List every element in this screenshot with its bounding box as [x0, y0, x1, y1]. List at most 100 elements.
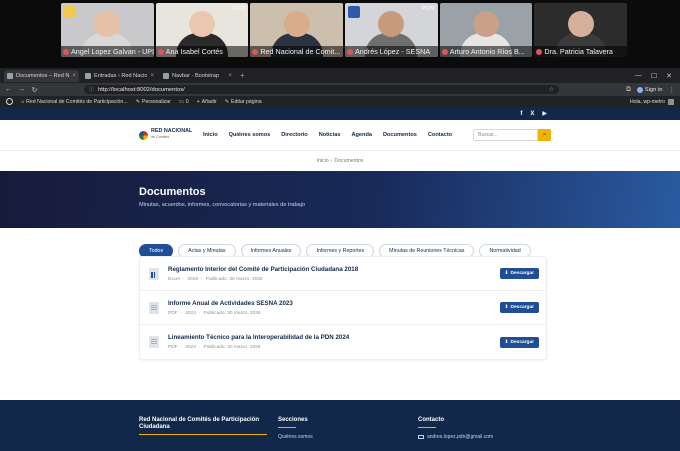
- tab-bar: Documentos – Red Nacio×Entradas ‹ Red Na…: [0, 68, 680, 83]
- download-button[interactable]: ⬇ Descargar: [499, 336, 539, 348]
- info-icon[interactable]: ⓘ: [89, 86, 94, 93]
- document-published: Publicado: 30 marzo, 2026: [203, 310, 261, 316]
- participant-name: Andrés López - SESNA: [355, 47, 431, 56]
- close-tab-icon[interactable]: ×: [150, 73, 154, 79]
- x-icon[interactable]: X: [530, 111, 534, 117]
- wp-logo-item[interactable]: [6, 98, 13, 105]
- wordpress-icon: [6, 98, 13, 105]
- download-icon: ⬇: [504, 305, 509, 310]
- search-icon: ⌕: [542, 131, 547, 138]
- footer-email[interactable]: andres.lopez.pdn@gmail.com: [418, 434, 493, 440]
- video-tile[interactable]: PDN Andrés López - SESNA: [345, 3, 438, 57]
- participant-face: [283, 11, 310, 37]
- close-tab-icon[interactable]: ×: [72, 73, 76, 79]
- document-title[interactable]: Reglamento Interior del Comité de Partic…: [168, 266, 500, 273]
- browser-tab[interactable]: Entradas ‹ Red Nacio ×: [82, 70, 157, 82]
- wp-comments[interactable]: ▭ 0: [179, 99, 189, 105]
- user-avatar: [668, 98, 674, 105]
- footer-contact: Contacto andres.lopez.pdn@gmail.com: [418, 417, 493, 440]
- close-window-icon[interactable]: ✕: [666, 72, 672, 80]
- document-title[interactable]: Informe Anual de Actividades SESNA 2023: [168, 300, 500, 307]
- search-input[interactable]: Buscar...: [473, 129, 539, 141]
- org-logo-icon: [64, 6, 76, 18]
- browser-tab[interactable]: Documentos – Red Nacio×: [4, 69, 79, 82]
- minimize-icon[interactable]: —: [635, 72, 642, 80]
- facebook-icon[interactable]: f: [520, 111, 522, 117]
- participant-name: Ana Isabel Cortés: [165, 47, 223, 56]
- nav-link[interactable]: Directorio: [281, 132, 307, 138]
- document-year: 2024: [185, 345, 196, 350]
- sign-in-button[interactable]: Sign in: [636, 86, 663, 93]
- download-label: Descargar: [510, 339, 534, 345]
- participant-face: [473, 11, 500, 37]
- tab-title: Documentos – Red Nacio: [16, 72, 70, 79]
- video-tile[interactable]: PDN Ana Isabel Cortés: [155, 3, 249, 57]
- maximize-icon[interactable]: ☐: [651, 72, 657, 80]
- url-field[interactable]: ⓘ http://localhost:8002/documentos/ ☆: [84, 85, 559, 94]
- document-row: Informe Anual de Actividades SESNA 2023 P…: [140, 291, 546, 325]
- mail-icon: [418, 435, 424, 439]
- youtube-icon[interactable]: ▶: [542, 110, 547, 117]
- wp-account[interactable]: Hola, wp-metro: [630, 98, 674, 105]
- download-button[interactable]: ⬇ Descargar: [499, 268, 539, 279]
- favicon-icon: [7, 72, 13, 79]
- download-icon: ⬇: [504, 271, 509, 276]
- site-logo[interactable]: RED NACIONAL de Comités: [139, 129, 203, 140]
- wp-edit-page[interactable]: ✎ Editar página: [225, 99, 262, 105]
- nav-link[interactable]: Agenda: [351, 132, 372, 138]
- forward-icon[interactable]: →: [18, 86, 25, 93]
- download-button[interactable]: ⬇ Descargar: [499, 302, 539, 313]
- wp-customize[interactable]: ✎ Personalizar: [136, 99, 171, 105]
- document-meta: PDF · 2023 · Publicado: 30 marzo, 2026: [168, 311, 500, 316]
- breadcrumb-separator: ›: [330, 158, 333, 164]
- address-bar: ← → ↻ ⓘ http://localhost:8002/documentos…: [0, 83, 680, 96]
- video-tile[interactable]: Angel Lopez Galvan - UPD...: [61, 3, 154, 57]
- menu-kebab-icon[interactable]: ⋮: [669, 86, 676, 94]
- site-header: RED NACIONAL de Comités Inicio Quiénes so…: [0, 120, 680, 151]
- muted-mic-icon: [252, 48, 259, 55]
- extensions-icon[interactable]: ⧉: [626, 86, 631, 94]
- spreadsheet-icon: [149, 267, 159, 280]
- main-nav: Inicio Quiénes somos Directorio Noticias Age…: [203, 132, 452, 138]
- wp-add-new[interactable]: + Añadir: [197, 99, 217, 105]
- close-tab-icon[interactable]: ×: [228, 73, 232, 79]
- breadcrumb-current: Documentos: [334, 158, 364, 164]
- document-meta: Excel · 2018 · Publicado: 30 marzo, 2026: [168, 277, 500, 282]
- document-format: PDF: [168, 310, 178, 316]
- search-button[interactable]: ⌕: [538, 129, 552, 141]
- page-hero: Documentos Minutas, acuerdos, informes, …: [0, 171, 680, 228]
- back-icon[interactable]: ←: [5, 86, 12, 93]
- nav-link[interactable]: Quiénes somos: [229, 132, 271, 138]
- site-footer: Red Nacional de Comités de Participación…: [0, 400, 680, 451]
- new-tab-button[interactable]: +: [240, 71, 245, 80]
- download-label: Descargar: [510, 271, 534, 276]
- muted-mic-icon: [536, 48, 543, 55]
- nav-link[interactable]: Inicio: [203, 132, 218, 138]
- wp-site-name[interactable]: ⌂ Red Nacional de Comités de Participaci…: [21, 99, 128, 105]
- document-format: PDF: [168, 345, 178, 350]
- reload-icon[interactable]: ↻: [31, 86, 38, 94]
- document-meta: PDF · 2024 · Publicado: 30 marzo, 2026: [168, 345, 500, 350]
- nav-link[interactable]: Noticias: [319, 132, 341, 138]
- meta-separator: ·: [201, 276, 203, 282]
- video-tile[interactable]: Arturo Antonio Ríos B...: [439, 3, 533, 57]
- nav-link[interactable]: Contacto: [428, 132, 452, 138]
- browser-tab[interactable]: Navbar · Bootstrap ×: [160, 70, 235, 82]
- participant-name-bar: Ana Isabel Cortés: [155, 46, 249, 57]
- footer-link-quienes-somos[interactable]: Quiénes somos: [278, 434, 313, 440]
- video-tile[interactable]: Dra. Patricia Talavera: [534, 3, 628, 57]
- download-icon: ⬇: [504, 339, 509, 345]
- document-icon: [149, 301, 159, 314]
- video-tile[interactable]: Red Nacional de Comit...: [250, 3, 344, 57]
- document-published: Publicado: 30 marzo, 2026: [203, 345, 261, 350]
- breadcrumb-home[interactable]: Inicio: [317, 158, 329, 164]
- participant-name-bar: Angel Lopez Galvan - UPD...: [61, 46, 154, 57]
- footer-sections: Secciones Quiénes somos: [278, 417, 313, 440]
- participant-name: Dra. Patricia Talavera: [544, 47, 613, 56]
- bookmark-star-icon[interactable]: ☆: [549, 86, 554, 93]
- nav-link[interactable]: Documentos: [383, 132, 417, 138]
- sign-in-label: Sign in: [644, 86, 663, 93]
- brand-tag: PDN: [421, 6, 435, 12]
- document-title[interactable]: Lineamiento Técnico para la Interoperabi…: [168, 334, 500, 341]
- participant-name: Angel Lopez Galvan - UPD...: [71, 47, 154, 56]
